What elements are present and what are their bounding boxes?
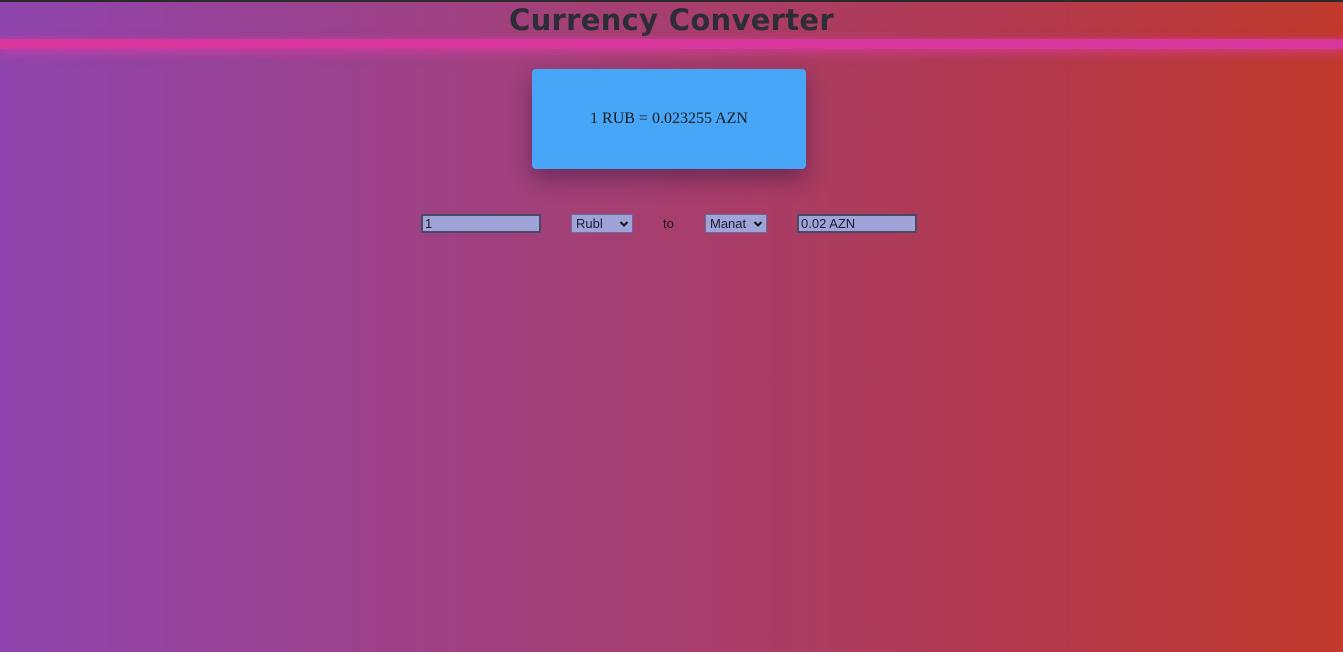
to-label: to <box>663 216 674 231</box>
to-currency-select[interactable]: Manat <box>705 214 767 233</box>
exchange-rate-card: 1 RUB = 0.023255 AZN <box>532 69 806 169</box>
to-currency-value: Manat <box>710 216 747 231</box>
amount-input[interactable] <box>421 214 541 233</box>
header-glow-divider <box>0 39 1343 49</box>
chevron-down-icon <box>619 219 629 229</box>
exchange-rate-text: 1 RUB = 0.023255 AZN <box>590 110 748 127</box>
page-title: Currency Converter <box>509 3 834 37</box>
from-currency-value: Rubl <box>576 216 603 231</box>
result-output[interactable] <box>797 214 917 233</box>
page-header: Currency Converter <box>0 2 1343 39</box>
chevron-down-icon <box>753 219 763 229</box>
from-currency-select[interactable]: Rubl <box>571 214 633 233</box>
